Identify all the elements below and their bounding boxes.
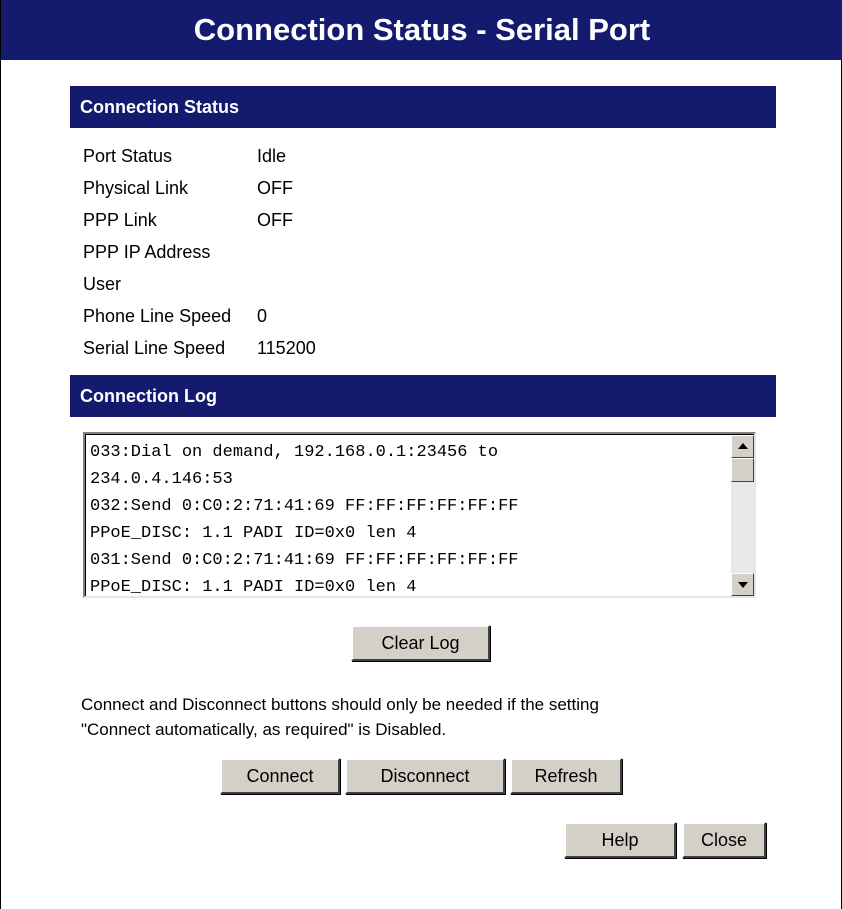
note-line: Connect and Disconnect buttons should on… bbox=[81, 695, 599, 714]
scroll-up-button[interactable] bbox=[731, 435, 754, 458]
status-label: PPP Link bbox=[83, 210, 157, 230]
status-value: 0 bbox=[257, 306, 268, 326]
status-window: Connection Status - Serial Port Connecti… bbox=[0, 0, 842, 909]
status-row-user: User bbox=[83, 268, 316, 300]
status-row-phone-line-speed: Phone Line Speed 0 bbox=[83, 300, 316, 332]
status-value: OFF bbox=[257, 178, 293, 198]
close-button[interactable]: Close bbox=[682, 822, 766, 858]
status-row-ppp-ip-address: PPP IP Address bbox=[83, 236, 316, 268]
scroll-down-button[interactable] bbox=[731, 573, 754, 596]
status-label: PPP IP Address bbox=[83, 242, 211, 262]
connect-note: Connect and Disconnect buttons should on… bbox=[81, 692, 781, 742]
log-text: 033:Dial on demand, 192.168.0.1:23456 to… bbox=[90, 439, 730, 601]
log-scrollbar[interactable] bbox=[731, 435, 754, 596]
status-row-physical-link: Physical Link OFF bbox=[83, 172, 316, 204]
connection-log-heading: Connection Log bbox=[70, 375, 776, 417]
log-line: 033:Dial on demand, 192.168.0.1:23456 to bbox=[90, 443, 499, 462]
arrow-up-icon bbox=[738, 443, 748, 449]
status-label: Serial Line Speed bbox=[83, 338, 226, 358]
arrow-down-icon bbox=[738, 582, 748, 588]
log-line: 234.0.4.146:53 bbox=[90, 470, 233, 489]
status-row-serial-line-speed: Serial Line Speed 115200 bbox=[83, 332, 316, 364]
log-line: PPoE_DISC: 1.1 PADI ID=0x0 len 4 bbox=[90, 578, 417, 597]
status-label: Physical Link bbox=[83, 178, 189, 198]
connection-status-table: Port Status Idle Physical Link OFF PPP Lin… bbox=[83, 140, 316, 364]
status-value: OFF bbox=[257, 210, 293, 230]
status-row-ppp-link: PPP Link OFF bbox=[83, 204, 316, 236]
log-inner-border: 033:Dial on demand, 192.168.0.1:23456 to… bbox=[85, 434, 754, 597]
connect-button[interactable]: Connect bbox=[220, 758, 340, 794]
log-line: PPoE_DISC: 1.1 PADI ID=0x0 len 4 bbox=[90, 524, 417, 543]
refresh-button[interactable]: Refresh bbox=[510, 758, 622, 794]
disconnect-button[interactable]: Disconnect bbox=[345, 758, 505, 794]
help-button[interactable]: Help bbox=[564, 822, 676, 858]
connection-log-textarea[interactable]: 033:Dial on demand, 192.168.0.1:23456 to… bbox=[83, 432, 756, 598]
clear-log-button[interactable]: Clear Log bbox=[351, 625, 490, 661]
log-line: 032:Send 0:C0:2:71:41:69 FF:FF:FF:FF:FF:… bbox=[90, 497, 519, 516]
log-line: 031:Send 0:C0:2:71:41:69 FF:FF:FF:FF:FF:… bbox=[90, 551, 519, 570]
status-value: Idle bbox=[257, 146, 287, 166]
status-label: Phone Line Speed bbox=[83, 306, 232, 326]
status-label: User bbox=[83, 274, 122, 294]
note-line: "Connect automatically, as required" is … bbox=[81, 720, 447, 739]
status-row-port-status: Port Status Idle bbox=[83, 140, 316, 172]
status-label: Port Status bbox=[83, 146, 173, 166]
status-value: 115200 bbox=[257, 338, 316, 358]
page-title: Connection Status - Serial Port bbox=[1, 0, 842, 60]
scroll-thumb[interactable] bbox=[731, 458, 754, 482]
connection-status-heading: Connection Status bbox=[70, 86, 776, 128]
